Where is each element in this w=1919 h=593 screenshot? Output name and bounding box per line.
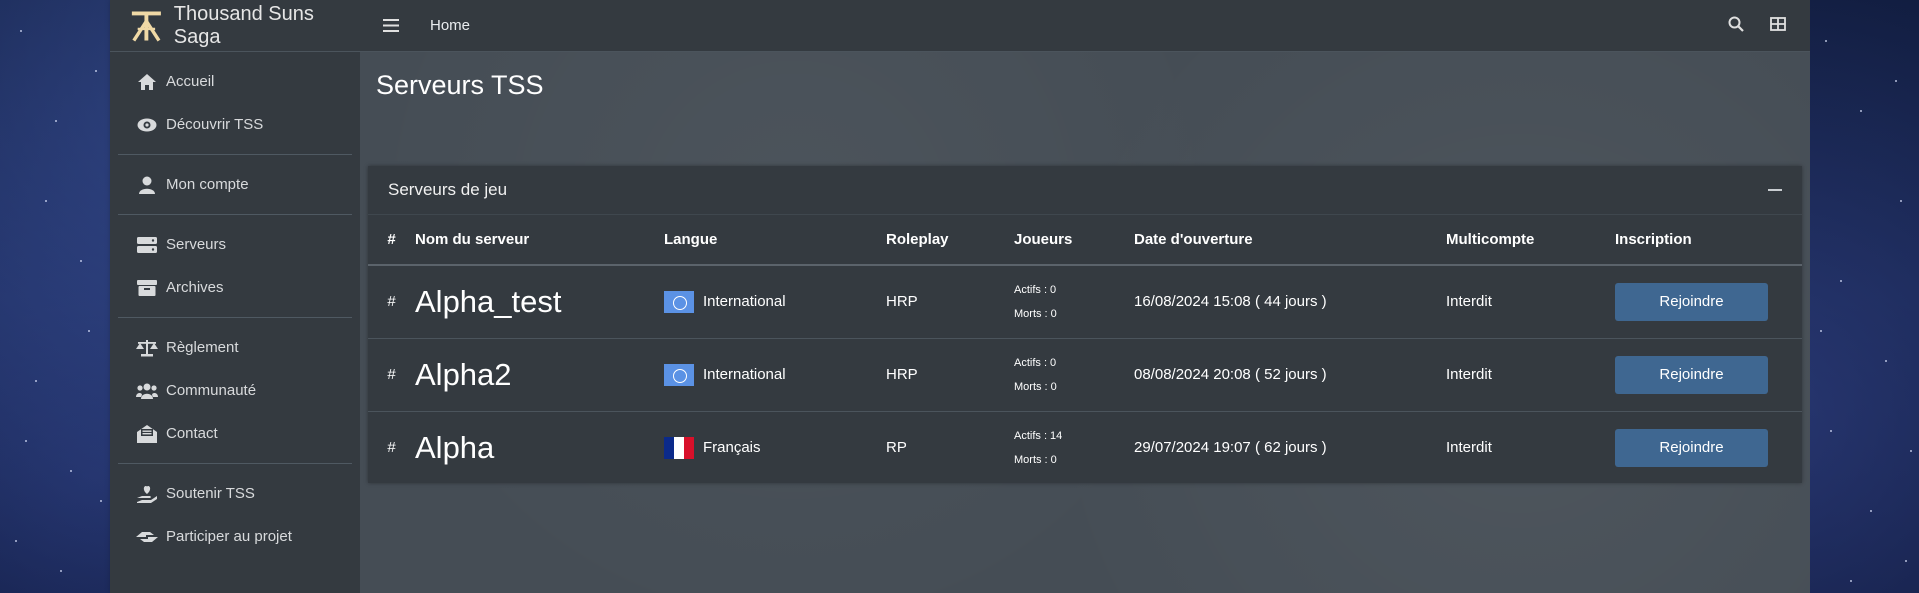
players-dead: Morts : 0	[1014, 453, 1057, 466]
sidebar-item-mon-compte[interactable]: Mon compte	[110, 163, 360, 206]
opening-date: 08/08/2024 20:08 ( 52 jours )	[1134, 337, 1446, 411]
row-hash: #	[368, 337, 415, 411]
row-hash: #	[387, 293, 396, 311]
sidebar-item-participer[interactable]: Participer au projet	[110, 515, 360, 558]
sidebar-item-label: Découvrir TSS	[166, 116, 264, 133]
nav-divider	[118, 463, 352, 464]
sidebar: Thousand Suns Saga Accueil Découvrir TSS	[110, 0, 360, 593]
column-header: Multicompte	[1446, 215, 1615, 266]
roleplay-value: RP	[886, 410, 1014, 484]
hand-holding-heart-icon	[136, 483, 158, 505]
archive-icon	[136, 277, 158, 299]
brand-link[interactable]: Thousand Suns Saga	[110, 0, 360, 52]
france-flag-icon	[664, 436, 694, 459]
envelope-open-icon	[136, 423, 158, 445]
sidebar-item-label: Communauté	[166, 382, 257, 399]
join-button[interactable]: Rejoindre	[1615, 355, 1768, 394]
table-header-row: # Nom du serveur Langue Roleplay Joueurs…	[368, 215, 1802, 266]
roleplay-value: HRP	[886, 293, 918, 311]
user-icon	[136, 174, 158, 196]
table-row: # Alpha Français RP Actifs : 14 Morts : …	[368, 410, 1802, 484]
sidebar-item-archives[interactable]: Archives	[110, 266, 360, 309]
column-header: Nom du serveur	[415, 215, 664, 266]
card-header: Serveurs de jeu	[368, 166, 1802, 215]
column-header: #	[368, 215, 415, 266]
hands-helping-icon	[136, 526, 158, 548]
language-cell: Français	[664, 436, 886, 459]
search-icon[interactable]	[1728, 16, 1744, 36]
hamburger-menu-icon[interactable]	[380, 15, 402, 37]
roleplay-value: HRP	[886, 337, 1014, 411]
sidebar-item-label: Serveurs	[166, 236, 227, 253]
join-button[interactable]: Rejoindre	[1615, 282, 1768, 321]
multicompte-value: Interdit	[1446, 337, 1615, 411]
column-header: Langue	[664, 215, 886, 266]
language-label: International	[703, 366, 786, 383]
players-active: Actifs : 0	[1014, 283, 1057, 296]
sidebar-item-label: Participer au projet	[166, 528, 292, 545]
nav-divider	[118, 317, 352, 318]
servers-card: Serveurs de jeu # Nom du serveur Langue …	[368, 166, 1802, 484]
language-label: Français	[703, 439, 761, 457]
navbar-right	[1728, 16, 1786, 36]
language-cell: International	[664, 363, 886, 386]
sidebar-item-label: Accueil	[166, 73, 215, 90]
sidebar-item-label: Contact	[166, 425, 218, 442]
main-content: Serveurs TSS Serveurs de jeu # Nom du se…	[360, 52, 1810, 593]
top-navbar: Home	[360, 0, 1810, 52]
opening-date: 16/08/2024 15:08 ( 44 jours )	[1134, 293, 1327, 311]
sidebar-item-serveurs[interactable]: Serveurs	[110, 223, 360, 266]
sidebar-item-reglement[interactable]: Règlement	[110, 326, 360, 369]
card-title: Serveurs de jeu	[388, 180, 508, 199]
server-name: Alpha2	[415, 356, 512, 392]
server-name: Alpha	[415, 429, 495, 465]
multicompte-value: Interdit	[1446, 410, 1615, 484]
players-dead: Morts : 0	[1014, 307, 1057, 320]
sidebar-item-accueil[interactable]: Accueil	[110, 60, 360, 103]
un-flag-icon	[664, 363, 694, 386]
sidebar-item-label: Règlement	[166, 339, 239, 356]
tss-logo-icon	[131, 10, 161, 41]
sidebar-item-decouvrir[interactable]: Découvrir TSS	[110, 103, 360, 146]
multicompte-value: Interdit	[1446, 293, 1492, 311]
nav-divider	[118, 154, 352, 155]
column-header: Roleplay	[886, 215, 1014, 266]
servers-table: # Nom du serveur Langue Roleplay Joueurs…	[368, 215, 1802, 484]
balance-scale-icon	[136, 337, 158, 359]
nav-divider	[118, 214, 352, 215]
server-name: Alpha_test	[415, 283, 562, 319]
sidebar-item-contact[interactable]: Contact	[110, 412, 360, 455]
table-row: # Alpha2 International HRP Actifs : 0 Mo…	[368, 337, 1802, 411]
collapse-minus-icon[interactable]	[1768, 189, 1782, 191]
home-icon	[136, 71, 158, 93]
fullscreen-grid-icon[interactable]	[1770, 16, 1786, 35]
page-title: Serveurs TSS	[376, 70, 544, 100]
sidebar-item-label: Mon compte	[166, 176, 249, 193]
app-frame: Thousand Suns Saga Accueil Découvrir TSS	[110, 0, 1810, 593]
join-button[interactable]: Rejoindre	[1615, 428, 1768, 467]
players-dead: Morts : 0	[1014, 380, 1057, 393]
sidebar-item-label: Archives	[166, 279, 224, 296]
users-icon	[136, 380, 158, 402]
un-flag-icon	[664, 290, 694, 313]
sidebar-nav: Accueil Découvrir TSS Mon compte Serveur…	[110, 52, 360, 558]
players-active: Actifs : 0	[1014, 356, 1057, 369]
column-header: Joueurs	[1014, 215, 1134, 266]
language-cell: International	[664, 290, 886, 313]
sidebar-item-soutenir[interactable]: Soutenir TSS	[110, 472, 360, 515]
sidebar-item-label: Soutenir TSS	[166, 485, 255, 502]
server-icon	[136, 234, 158, 256]
brand-name: Thousand Suns Saga	[173, 2, 314, 48]
column-header: Date d'ouverture	[1134, 215, 1446, 266]
row-hash: #	[368, 410, 415, 484]
eye-icon	[136, 114, 158, 136]
opening-date: 29/07/2024 19:07 ( 62 jours )	[1134, 410, 1446, 484]
players-active: Actifs : 14	[1014, 429, 1063, 442]
home-link[interactable]: Home	[430, 17, 470, 34]
column-header: Inscription	[1615, 215, 1802, 266]
table-row: # Alpha_test International HRP Actifs : …	[368, 265, 1802, 338]
sidebar-item-communaute[interactable]: Communauté	[110, 369, 360, 412]
language-label: International	[703, 293, 786, 311]
